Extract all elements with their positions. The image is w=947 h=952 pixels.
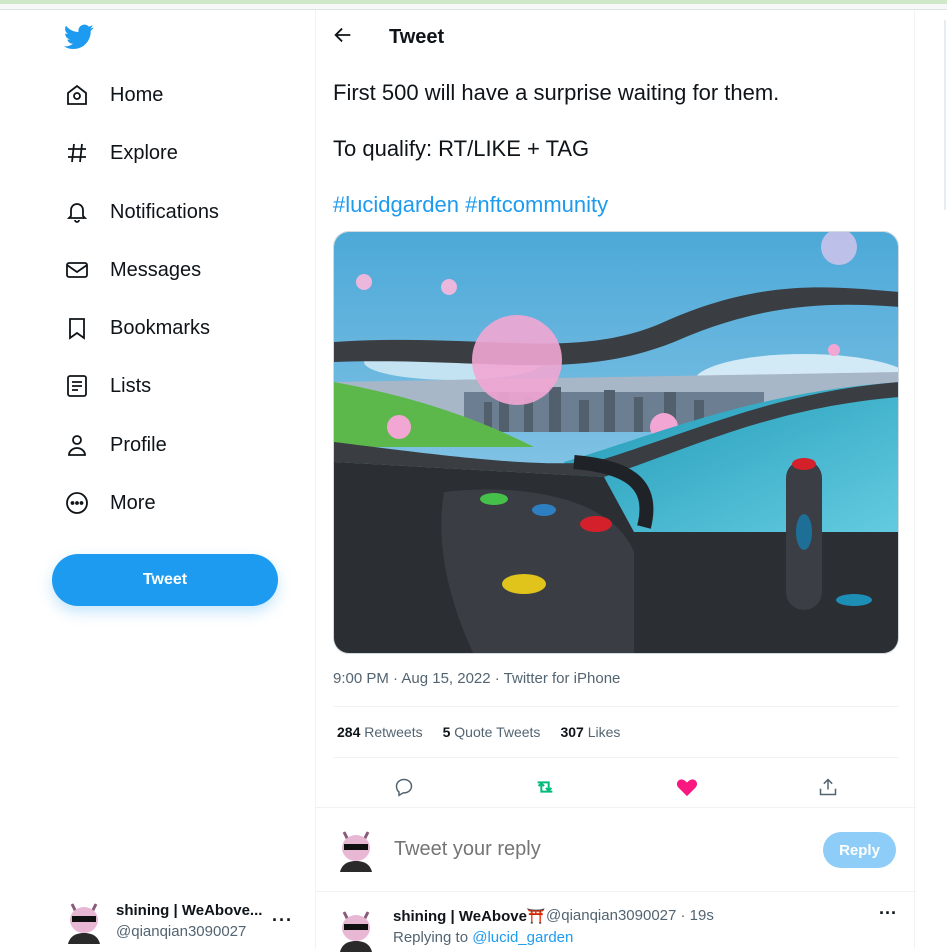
- more-circle-icon: [64, 490, 90, 516]
- avatar: [68, 903, 100, 944]
- bell-icon: [64, 199, 90, 225]
- account-switcher[interactable]: shining | WeAbove... @qianqian3090027 ··…: [62, 896, 302, 949]
- retweet-count: 284: [337, 724, 361, 740]
- retweets-stat[interactable]: 284 Retweets: [337, 724, 423, 740]
- left-sidebar: Home Explore Notifications Messages Book…: [0, 10, 315, 949]
- reply-tweet[interactable]: shining | WeAbove⛩️ @qianqian3090027 · 1…: [316, 892, 916, 952]
- nav-lists[interactable]: Lists: [52, 363, 163, 409]
- retweet-label: Retweets: [364, 724, 423, 740]
- like-count: 307: [560, 724, 584, 740]
- tweet-text-line-2: To qualify: RT/LIKE + TAG: [333, 136, 590, 161]
- avatar: [340, 831, 372, 872]
- nav-home-label: Home: [110, 83, 164, 106]
- twitter-logo-icon[interactable]: [64, 24, 94, 50]
- quote-label: Quote Tweets: [454, 724, 541, 740]
- replying-to: Replying to @lucid_garden: [393, 929, 573, 946]
- home-icon: [64, 82, 90, 108]
- back-arrow-icon[interactable]: [332, 24, 354, 46]
- tweet-button[interactable]: Tweet: [52, 554, 278, 606]
- tweet-engagement-stats: 284 Retweets 5 Quote Tweets 307 Likes: [337, 724, 620, 740]
- nav-bookmarks-label: Bookmarks: [110, 316, 211, 339]
- reply-input[interactable]: [394, 838, 774, 861]
- avatar[interactable]: [334, 904, 378, 952]
- tweet-hashtags[interactable]: #lucidgarden #nftcommunity: [333, 192, 608, 218]
- tweet-media-image[interactable]: [333, 231, 899, 654]
- page-title: Tweet: [389, 26, 445, 48]
- divider: [333, 757, 899, 758]
- nav-explore[interactable]: Explore: [52, 130, 190, 176]
- browser-top-strip: [0, 0, 947, 10]
- hashtag-icon: [64, 140, 90, 166]
- quote-count: 5: [442, 724, 451, 740]
- like-label: Likes: [587, 724, 621, 740]
- more-dots-icon[interactable]: ···: [272, 910, 293, 931]
- nav-notifications-label: Notifications: [110, 200, 219, 223]
- tweet-action-bar: [333, 767, 899, 807]
- account-name: shining | WeAbove...: [116, 902, 263, 919]
- retweet-icon[interactable]: [532, 774, 558, 800]
- divider: [333, 706, 899, 707]
- nav-explore-label: Explore: [110, 141, 178, 164]
- nav-notifications[interactable]: Notifications: [52, 189, 231, 235]
- tweet-text-line-1: First 500 will have a surprise waiting f…: [333, 80, 780, 105]
- share-icon[interactable]: [815, 774, 841, 800]
- envelope-icon: [64, 257, 90, 283]
- nav-messages[interactable]: Messages: [52, 247, 213, 293]
- nav-messages-label: Messages: [110, 258, 202, 281]
- more-dots-icon[interactable]: ···: [879, 903, 897, 924]
- person-icon: [64, 432, 90, 458]
- nav-more-label: More: [110, 491, 156, 514]
- nav-bookmarks[interactable]: Bookmarks: [52, 305, 222, 351]
- tweet-detail-column: Tweet First 500 will have a surprise wai…: [315, 10, 916, 952]
- replying-to-prefix: Replying to: [393, 929, 469, 946]
- reply-composer: Reply: [316, 807, 916, 892]
- quote-tweets-stat[interactable]: 5 Quote Tweets: [443, 724, 541, 740]
- reply-button[interactable]: Reply: [823, 832, 896, 868]
- reply-author-name[interactable]: shining | WeAbove⛩️: [393, 907, 546, 925]
- nav-home[interactable]: Home: [52, 72, 175, 118]
- bookmark-icon: [64, 315, 90, 341]
- page-header: Tweet: [316, 10, 916, 63]
- reply-author-handle[interactable]: @qianqian3090027 · 19s: [546, 907, 714, 924]
- tweet-timestamp-source: 9:00 PM · Aug 15, 2022 · Twitter for iPh…: [333, 670, 621, 687]
- nav-profile-label: Profile: [110, 433, 167, 456]
- like-heart-icon[interactable]: [674, 774, 700, 800]
- nav-more[interactable]: More: [52, 480, 168, 526]
- nav-profile[interactable]: Profile: [52, 422, 179, 468]
- list-icon: [64, 373, 90, 399]
- likes-stat[interactable]: 307 Likes: [560, 724, 620, 740]
- account-handle: @qianqian3090027: [116, 923, 247, 940]
- replying-to-link[interactable]: @lucid_garden: [472, 929, 573, 946]
- right-edge-divider: [944, 20, 946, 210]
- reply-icon[interactable]: [391, 774, 417, 800]
- nav-lists-label: Lists: [110, 374, 152, 397]
